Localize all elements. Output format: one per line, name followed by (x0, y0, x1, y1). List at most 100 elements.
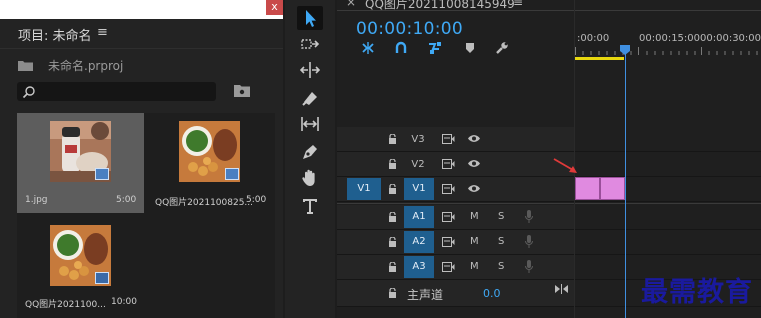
master-track-header (337, 280, 574, 306)
lock-icon[interactable] (388, 288, 397, 298)
solo-button[interactable]: S (498, 261, 504, 272)
ruler-label: 00:00:15:00 (639, 33, 701, 44)
time-ruler[interactable] (575, 47, 761, 55)
add-marker-icon[interactable] (463, 41, 477, 55)
mic-icon[interactable] (525, 260, 533, 273)
playhead-handle[interactable] (620, 45, 630, 55)
track-header-a3 (337, 255, 574, 279)
item-duration: 5:00 (116, 195, 137, 205)
track-name-v2[interactable]: V2 (408, 154, 428, 175)
ruler-label: :00:00 (577, 33, 610, 44)
track-header-v3 (337, 127, 574, 151)
mute-button[interactable]: M (470, 211, 479, 222)
eye-icon[interactable] (467, 184, 481, 193)
track-header-a1 (337, 205, 574, 229)
tab-sequence[interactable]: QQ图片20211008145949 (365, 0, 515, 12)
sync-lock-icon[interactable] (442, 159, 455, 169)
item-name: QQ图片2021100... (25, 300, 106, 310)
project-panel-topbar (0, 0, 283, 19)
selection-tool[interactable] (297, 6, 323, 30)
snap-icon[interactable] (394, 41, 408, 55)
image-type-icon (95, 168, 109, 180)
mic-icon[interactable] (525, 235, 533, 248)
track-select-icon[interactable] (300, 34, 320, 54)
mute-button[interactable]: M (470, 261, 479, 272)
hand-icon[interactable] (300, 168, 320, 188)
project-title: 项目: 未命名 (18, 29, 92, 44)
image-type-icon (225, 168, 239, 180)
project-item[interactable]: QQ图片2021100825... 5:00 (147, 113, 274, 213)
mic-icon[interactable] (525, 210, 533, 223)
razor-icon[interactable] (300, 88, 320, 108)
divider (337, 176, 761, 177)
divider (337, 229, 761, 230)
playhead-timecode[interactable]: 00:00:10:00 (356, 19, 463, 39)
sequence-type-icon (95, 272, 109, 284)
sync-lock-icon[interactable] (442, 212, 455, 222)
source-patch-v1[interactable]: V1 (347, 178, 381, 200)
master-volume-value[interactable]: 0.0 (483, 287, 501, 300)
new-bin-icon[interactable] (234, 84, 250, 97)
divider (337, 151, 761, 152)
annotation-arrow-icon (553, 158, 577, 173)
lock-icon[interactable] (388, 134, 397, 144)
eye-icon[interactable] (467, 134, 481, 143)
sync-lock-icon[interactable] (442, 184, 455, 194)
item-duration: 5:00 (246, 195, 267, 205)
mute-button[interactable]: M (470, 236, 479, 247)
sync-lock-icon[interactable] (442, 262, 455, 272)
arrow-icon (306, 10, 316, 27)
project-item[interactable]: QQ图片2021100... 10:00 (17, 215, 144, 315)
eye-icon[interactable] (467, 159, 481, 168)
folder-icon (18, 61, 33, 71)
pen-icon[interactable] (300, 142, 320, 162)
project-item[interactable]: 1.jpg 5:00 (17, 113, 144, 213)
playhead-line[interactable] (625, 47, 626, 318)
watermark-text: 最需教育 (641, 277, 753, 308)
track-name-a1[interactable]: A1 (404, 206, 434, 228)
linked-selection-icon[interactable] (428, 41, 442, 55)
search-input[interactable] (17, 82, 216, 101)
project-file-name: 未命名.prproj (48, 59, 124, 73)
type-tool-icon[interactable] (300, 196, 320, 216)
track-name-v3[interactable]: V3 (408, 129, 428, 150)
solo-button[interactable]: S (498, 211, 504, 222)
wrench-icon[interactable] (495, 41, 509, 55)
track-header-v2 (337, 152, 574, 176)
track-name-v1[interactable]: V1 (404, 178, 434, 200)
close-icon[interactable]: x (266, 0, 283, 15)
track-name-a2[interactable]: A2 (404, 231, 434, 253)
lock-icon[interactable] (388, 262, 397, 272)
video-clip[interactable] (600, 177, 625, 200)
lock-icon[interactable] (388, 184, 397, 194)
track-name-a3[interactable]: A3 (404, 256, 434, 278)
master-track-label: 主声道 (407, 288, 444, 302)
project-bin: 1.jpg 5:00 QQ图片2021100825... 5:00 QQ图片20… (17, 113, 275, 318)
tab-close-icon[interactable]: × (346, 0, 356, 9)
item-name: QQ图片2021100825... (155, 198, 254, 208)
video-clip[interactable] (575, 177, 600, 200)
sync-lock-icon[interactable] (442, 134, 455, 144)
divider (337, 254, 761, 255)
search-icon (22, 86, 35, 99)
item-name: 1.jpg (25, 195, 48, 205)
slip-icon[interactable] (300, 114, 320, 134)
item-duration: 10:00 (111, 297, 137, 307)
ruler-label: 00:00:30:00 (700, 33, 761, 44)
sequence-menu-icon[interactable]: ≡ (513, 0, 523, 9)
solo-button[interactable]: S (498, 236, 504, 247)
video-audio-divider (337, 203, 761, 204)
lock-icon[interactable] (388, 159, 397, 169)
tools-panel (285, 0, 335, 318)
divider (0, 48, 283, 49)
lock-icon[interactable] (388, 212, 397, 222)
nest-sequence-icon[interactable] (361, 41, 375, 55)
ripple-edit-icon[interactable] (300, 60, 320, 80)
project-menu-icon[interactable]: ≡ (97, 25, 108, 40)
lock-icon[interactable] (388, 237, 397, 247)
divider (337, 201, 761, 202)
work-area-bar[interactable] (575, 57, 624, 60)
sync-lock-icon[interactable] (442, 237, 455, 247)
track-header-a2 (337, 230, 574, 254)
go-to-in-out-icon[interactable] (555, 284, 568, 294)
